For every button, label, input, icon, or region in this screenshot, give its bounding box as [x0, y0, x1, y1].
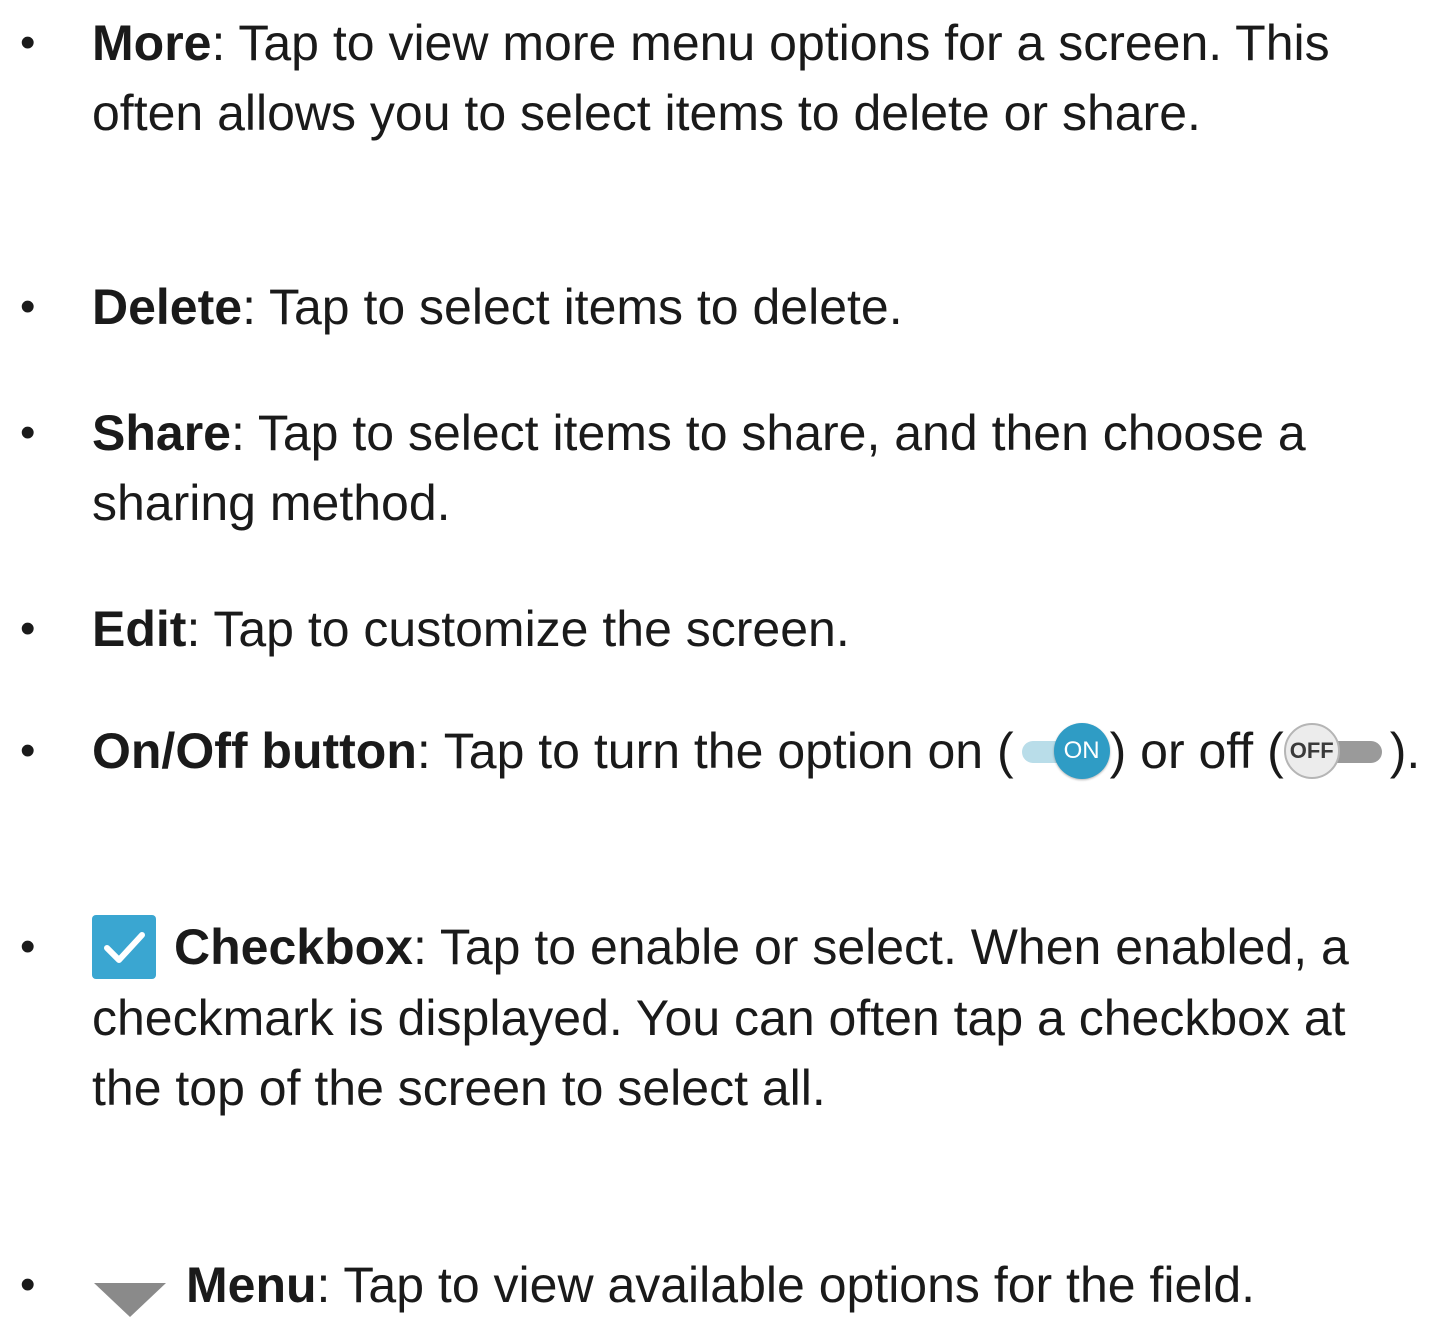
- bullet: •: [20, 18, 36, 67]
- toggle-on-icon: ON: [1014, 719, 1110, 783]
- list-item-content: Edit: Tap to customize the screen.: [92, 594, 1421, 664]
- term-more: More: [92, 15, 212, 71]
- bullet: •: [20, 282, 36, 331]
- toggle-off-icon: OFF: [1283, 719, 1390, 783]
- description-on-off-part3: ).: [1389, 723, 1421, 779]
- term-menu: Menu: [186, 1257, 317, 1313]
- bullet: •: [20, 922, 36, 971]
- list-item-content: Delete: Tap to select items to delete.: [92, 272, 1421, 342]
- list-item-content: More: Tap to view more menu options for …: [92, 8, 1421, 148]
- checkbox-checked-icon: [92, 914, 156, 979]
- description-menu: : Tap to view available options for the …: [316, 1257, 1256, 1313]
- bullet: •: [20, 604, 36, 653]
- toggle-on-knob: ON: [1053, 722, 1110, 779]
- list-item-content: Share: Tap to select items to share, and…: [92, 398, 1421, 538]
- description-share: : Tap to select items to share, and then…: [92, 405, 1306, 531]
- dropdown-triangle-icon: [92, 1265, 168, 1317]
- term-on-off: On/Off button: [92, 723, 417, 779]
- bullet: •: [20, 726, 36, 775]
- bullet: •: [20, 1260, 36, 1309]
- term-share: Share: [92, 405, 231, 461]
- toggle-off-knob: OFF: [1283, 722, 1340, 779]
- description-delete: : Tap to select items to delete.: [242, 279, 903, 335]
- bullet: •: [20, 408, 36, 457]
- term-delete: Delete: [92, 279, 243, 335]
- list-item-content: Menu: Tap to view available options for …: [92, 1250, 1421, 1320]
- list-item-content: Checkbox: Tap to enable or select. When …: [92, 912, 1421, 1123]
- description-on-off-part2: ) or off (: [1109, 723, 1284, 779]
- term-checkbox: Checkbox: [174, 919, 413, 975]
- term-edit: Edit: [92, 601, 187, 657]
- list-item-content: On/Off button: Tap to turn the option on…: [92, 716, 1421, 787]
- description-more: : Tap to view more menu options for a sc…: [92, 15, 1330, 141]
- description-edit: : Tap to customize the screen.: [186, 601, 850, 657]
- description-on-off-part1: : Tap to turn the option on (: [416, 723, 1014, 779]
